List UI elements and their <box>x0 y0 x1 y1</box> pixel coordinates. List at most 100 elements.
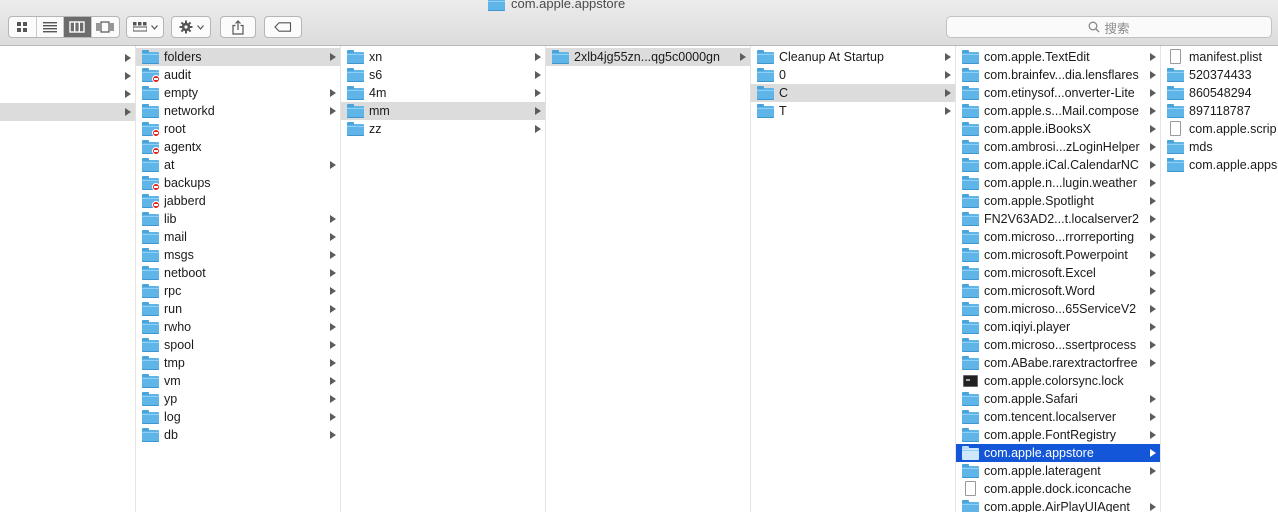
column-1-item[interactable] <box>0 103 135 121</box>
disclosure-arrow-icon <box>1150 323 1156 331</box>
column-5-item[interactable]: T <box>751 102 955 120</box>
item-name: 897118787 <box>1189 104 1251 118</box>
column-2-item[interactable]: mail <box>136 228 340 246</box>
item-name: com.apple.iCal.CalendarNC <box>984 158 1139 172</box>
column-6-item[interactable]: com.iqiyi.player <box>956 318 1160 336</box>
column-5-item[interactable]: C <box>751 84 955 102</box>
column-6-item[interactable]: com.tencent.localserver <box>956 408 1160 426</box>
column-5-item[interactable]: 0 <box>751 66 955 84</box>
column-6-item[interactable]: com.ambrosi...zLoginHelper <box>956 138 1160 156</box>
column-6-item[interactable]: com.brainfev...dia.lensflares <box>956 66 1160 84</box>
column-view-button[interactable] <box>64 17 92 37</box>
item-name: s6 <box>369 68 383 82</box>
column-2-item[interactable]: db <box>136 426 340 444</box>
column-6-item[interactable]: com.etinysof...onverter-Lite <box>956 84 1160 102</box>
column-3-item[interactable]: 4m <box>341 84 545 102</box>
column-6-item[interactable]: com.microso...65ServiceV2 <box>956 300 1160 318</box>
column-6-item[interactable]: com.apple.appstore <box>956 444 1160 462</box>
column-6-item[interactable]: com.apple.lateragent <box>956 462 1160 480</box>
column-6-item[interactable]: com.apple.iBooksX <box>956 120 1160 138</box>
column-2-item[interactable]: vm <box>136 372 340 390</box>
folder-icon <box>962 266 979 280</box>
column-6-item[interactable]: FN2V63AD2...t.localserver2 <box>956 210 1160 228</box>
column-2-item[interactable]: netboot <box>136 264 340 282</box>
column-2-item[interactable]: rpc <box>136 282 340 300</box>
folder-icon <box>142 320 159 334</box>
column-3-item[interactable]: xn <box>341 48 545 66</box>
column-3-item[interactable]: zz <box>341 120 545 138</box>
column-2-item[interactable]: audit <box>136 66 340 84</box>
column-7-item[interactable]: mds <box>1161 138 1278 156</box>
column-6-item[interactable]: com.microso...rrorreporting <box>956 228 1160 246</box>
restricted-folder-icon <box>142 176 160 191</box>
folder-icon <box>1167 104 1184 118</box>
search-icon <box>1089 21 1100 33</box>
column-6-item[interactable]: com.apple.dock.iconcache <box>956 480 1160 498</box>
column-6-item[interactable]: com.apple.Safari <box>956 390 1160 408</box>
column-3-item[interactable]: mm <box>341 102 545 120</box>
column-2-item[interactable]: backups <box>136 174 340 192</box>
column-7-item[interactable]: com.apple.apps <box>1161 156 1278 174</box>
column-6-item[interactable]: com.microso...ssertprocess <box>956 336 1160 354</box>
column-2-item[interactable]: msgs <box>136 246 340 264</box>
column-2-item[interactable]: root <box>136 120 340 138</box>
column-6-item[interactable]: com.microsoft.Excel <box>956 264 1160 282</box>
column-2-item[interactable]: folders <box>136 48 340 66</box>
column-2-item[interactable]: lib <box>136 210 340 228</box>
column-7-item[interactable]: com.apple.scrip <box>1161 120 1278 138</box>
folder-icon <box>142 158 159 172</box>
disclosure-arrow-icon <box>1150 53 1156 61</box>
disclosure-arrow-icon <box>1150 233 1156 241</box>
folder-icon <box>962 446 979 460</box>
column-2-item[interactable]: empty <box>136 84 340 102</box>
column-5-item[interactable]: Cleanup At Startup <box>751 48 955 66</box>
disclosure-arrow-icon <box>125 90 131 98</box>
column-6-item[interactable]: com.apple.iCal.CalendarNC <box>956 156 1160 174</box>
list-view-button[interactable] <box>37 17 64 37</box>
tags-button[interactable] <box>264 16 302 38</box>
column-3-item[interactable]: s6 <box>341 66 545 84</box>
disclosure-arrow-icon <box>330 53 336 61</box>
column-2-item[interactable]: tmp <box>136 354 340 372</box>
column-2-item[interactable]: at <box>136 156 340 174</box>
column-2-item[interactable]: log <box>136 408 340 426</box>
disclosure-arrow-icon <box>330 233 336 241</box>
column-7-item[interactable]: 897118787 <box>1161 102 1278 120</box>
disclosure-arrow-icon <box>740 53 746 61</box>
folder-icon <box>962 86 979 100</box>
column-7-item[interactable]: manifest.plist <box>1161 48 1278 66</box>
share-button[interactable] <box>220 16 256 38</box>
column-6-item[interactable]: com.apple.s...Mail.compose <box>956 102 1160 120</box>
action-button[interactable] <box>171 16 211 38</box>
column-2-item[interactable]: rwho <box>136 318 340 336</box>
column-6-item[interactable]: com.apple.TextEdit <box>956 48 1160 66</box>
column-2-item[interactable]: run <box>136 300 340 318</box>
column-7-item[interactable]: 860548294 <box>1161 84 1278 102</box>
column-6-item[interactable]: com.ABabe.rarextractorfree <box>956 354 1160 372</box>
column-7-item[interactable]: 520374433 <box>1161 66 1278 84</box>
column-6-item[interactable]: com.apple.n...lugin.weather <box>956 174 1160 192</box>
column-2-item[interactable]: yp <box>136 390 340 408</box>
column-4-item[interactable]: 2xlb4jg55zn...qg5c0000gn <box>546 48 750 66</box>
column-1-item[interactable] <box>0 85 135 103</box>
column-2-item[interactable]: spool <box>136 336 340 354</box>
search-field[interactable]: 搜索 <box>946 16 1272 38</box>
disclosure-arrow-icon <box>330 305 336 313</box>
icon-view-button[interactable] <box>9 17 37 37</box>
disclosure-arrow-icon <box>330 269 336 277</box>
cover-flow-view-button[interactable] <box>92 17 119 37</box>
column-1-item[interactable] <box>0 49 135 67</box>
column-6-item[interactable]: com.apple.FontRegistry <box>956 426 1160 444</box>
column-6-item[interactable]: com.apple.AirPlayUIAgent <box>956 498 1160 512</box>
column-6-item[interactable]: com.microsoft.Word <box>956 282 1160 300</box>
column-2-item[interactable]: agentx <box>136 138 340 156</box>
folder-icon <box>142 392 159 406</box>
arrange-button[interactable] <box>126 16 164 38</box>
column-6-item[interactable]: com.microsoft.Powerpoint <box>956 246 1160 264</box>
column-2-item[interactable]: jabberd <box>136 192 340 210</box>
column-6-item[interactable]: com.apple.colorsync.lock <box>956 372 1160 390</box>
column-2-item[interactable]: networkd <box>136 102 340 120</box>
column-1-item[interactable] <box>0 67 135 85</box>
column-6-item[interactable]: com.apple.Spotlight <box>956 192 1160 210</box>
item-name: tmp <box>164 356 185 370</box>
